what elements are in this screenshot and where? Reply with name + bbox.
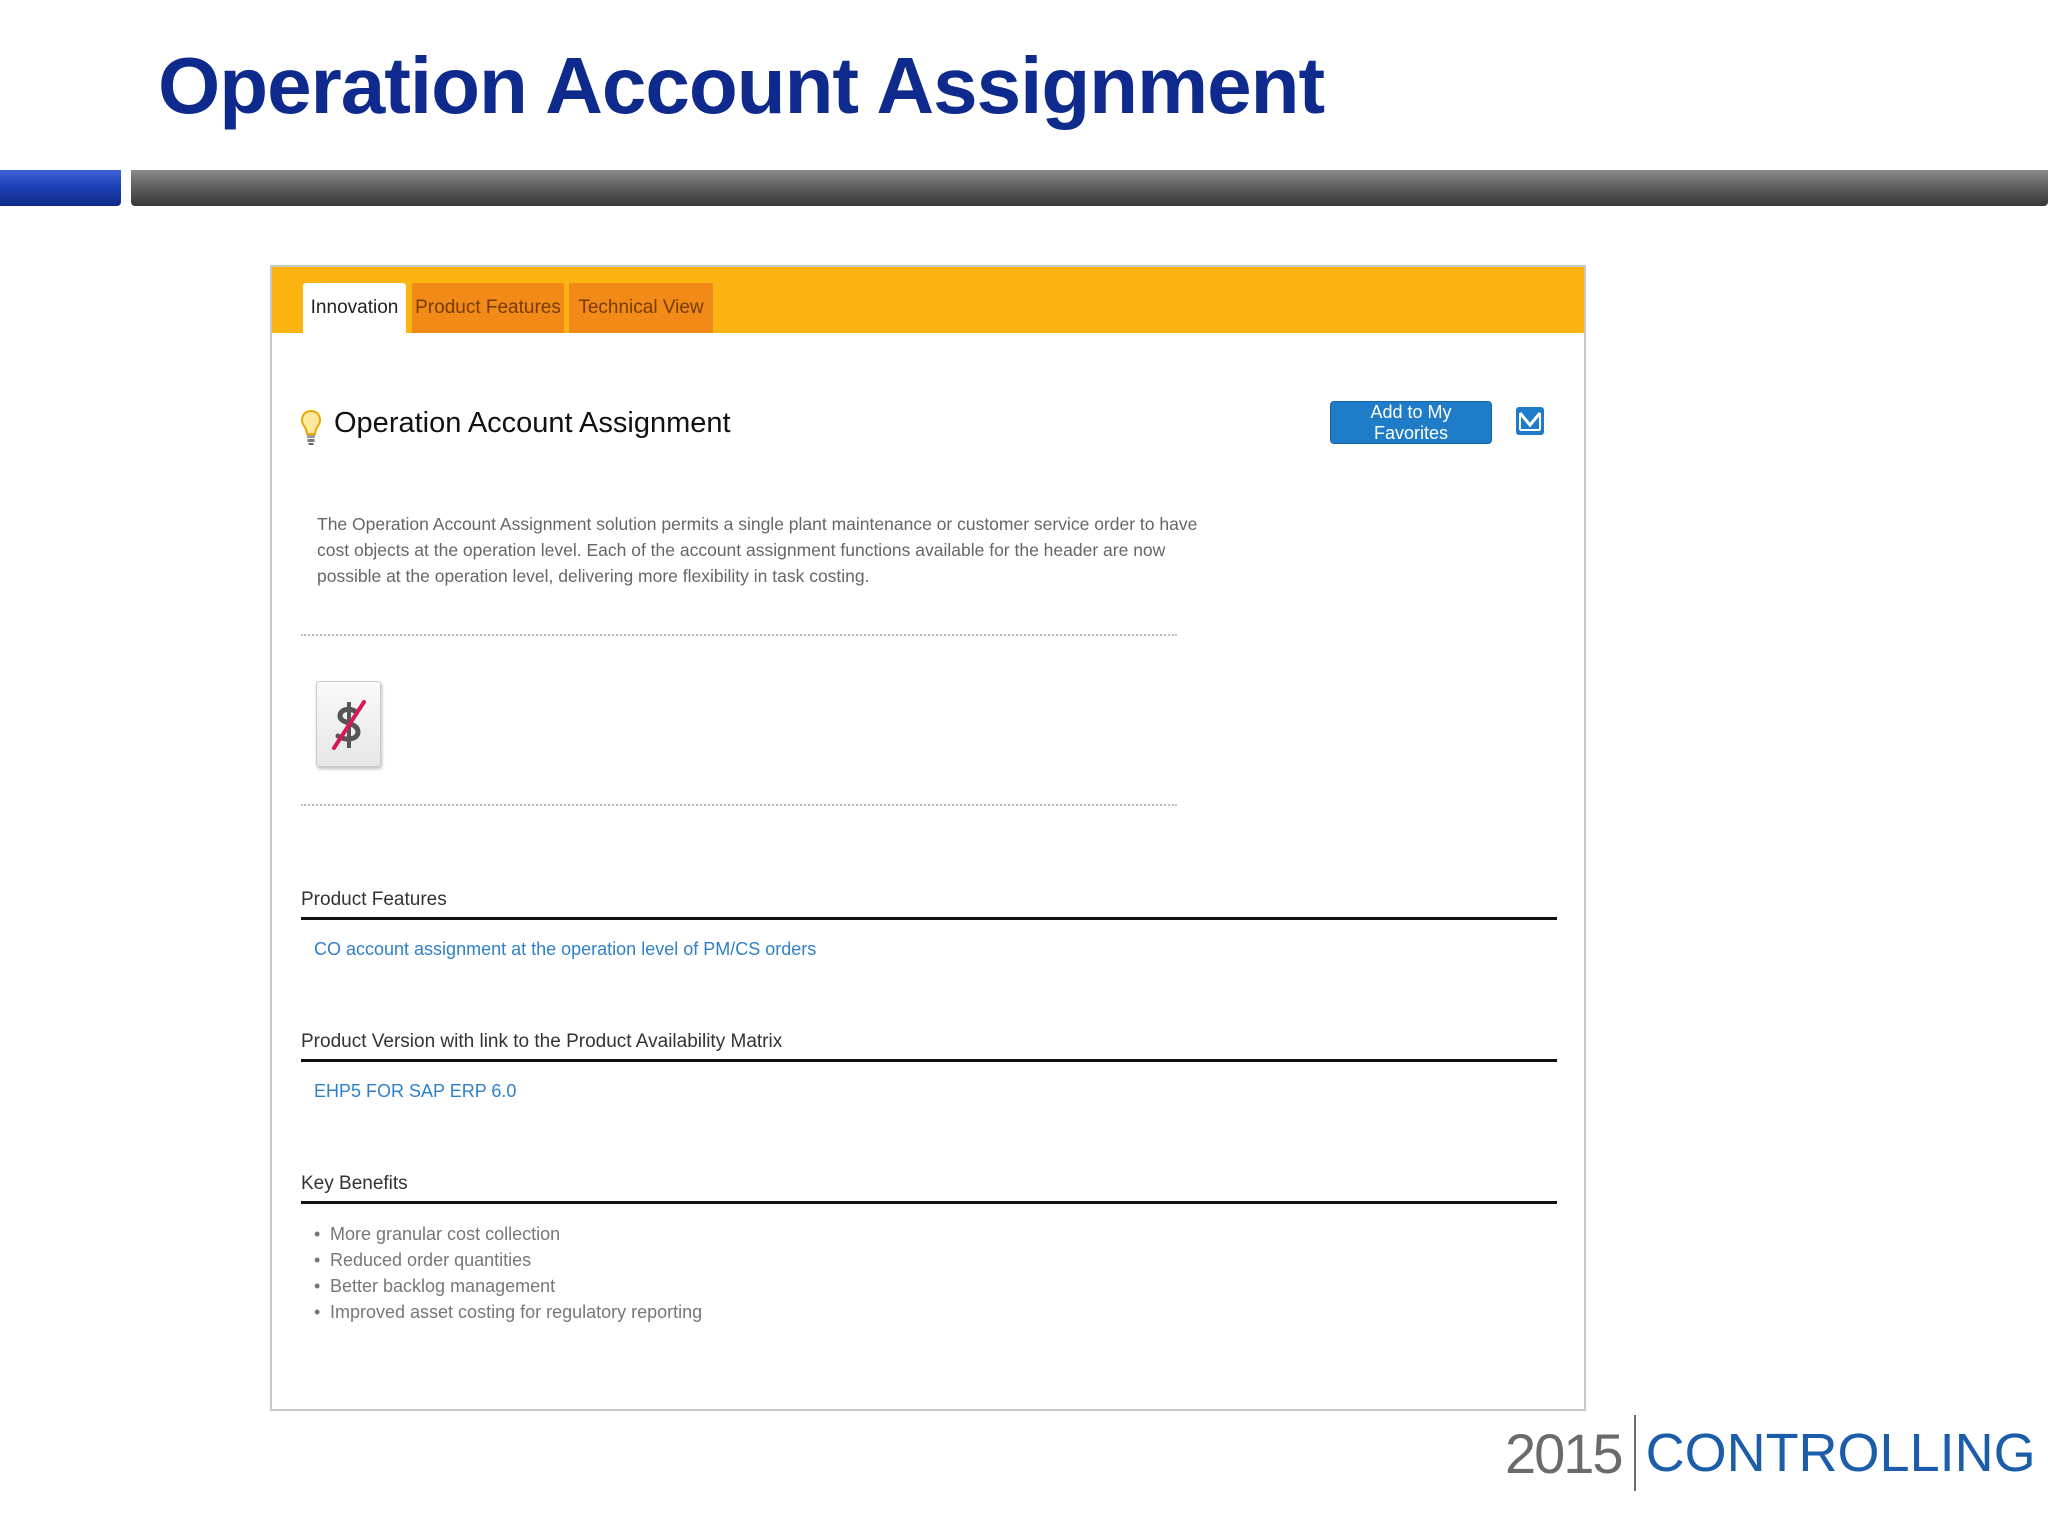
tab-product-features[interactable]: Product Features	[412, 283, 564, 333]
list-item: Better backlog management	[314, 1273, 702, 1299]
tab-innovation[interactable]: Innovation	[303, 283, 406, 333]
mail-icon[interactable]	[1515, 406, 1545, 441]
list-item: Reduced order quantities	[314, 1247, 702, 1273]
key-benefits-list: More granular cost collection Reduced or…	[314, 1221, 702, 1325]
header-bar-gray	[131, 170, 2048, 206]
no-cost-icon	[332, 700, 366, 750]
section-heading-product-features: Product Features	[301, 889, 1557, 920]
lightbulb-icon	[300, 409, 322, 452]
product-version-link[interactable]: EHP5 FOR SAP ERP 6.0	[314, 1081, 516, 1102]
header-bar-blue	[0, 170, 121, 206]
list-item: More granular cost collection	[314, 1221, 702, 1247]
dotted-divider	[301, 804, 1177, 806]
no-cost-tile[interactable]	[316, 681, 381, 767]
brand-logo: 2015 CONTROLLING	[1505, 1415, 2036, 1491]
section-heading-key-benefits: Key Benefits	[301, 1173, 1557, 1204]
list-item: Improved asset costing for regulatory re…	[314, 1299, 702, 1325]
section-heading-product-version: Product Version with link to the Product…	[301, 1031, 1557, 1062]
screenshot-panel: Innovation Product Features Technical Vi…	[270, 265, 1586, 1411]
tab-technical-view[interactable]: Technical View	[569, 283, 713, 333]
feature-description: The Operation Account Assignment solutio…	[317, 514, 1198, 586]
product-feature-link[interactable]: CO account assignment at the operation l…	[314, 939, 816, 960]
dotted-divider	[301, 634, 1177, 636]
brand-name: CONTROLLING	[1645, 1423, 2036, 1483]
brand-year: 2015	[1505, 1421, 1624, 1485]
feature-title: Operation Account Assignment	[334, 407, 731, 439]
add-to-favorites-button[interactable]: Add to My Favorites	[1330, 401, 1492, 444]
tab-bar: Innovation Product Features Technical Vi…	[272, 267, 1584, 333]
slide-title: Operation Account Assignment	[158, 41, 1325, 130]
